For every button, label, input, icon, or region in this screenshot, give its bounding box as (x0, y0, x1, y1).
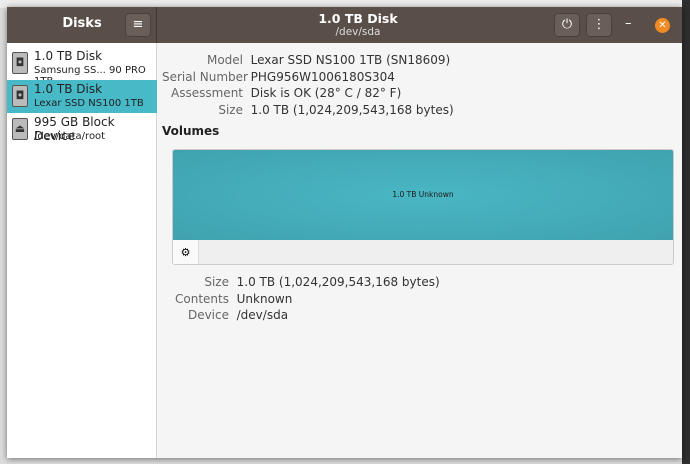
device-item[interactable]: ◘ 1.0 TB Disk Samsung SS... 90 PRO 1TB (7, 47, 157, 87)
kebab-menu-icon: ⋮ (592, 17, 606, 32)
contents-label: Contents (175, 291, 229, 306)
close-button[interactable]: ✕ (655, 18, 670, 33)
hard-disk-icon: ◘ (12, 85, 28, 107)
volume-info: Size 1.0 TB (1,024,209,543,168 bytes) Co… (162, 274, 440, 324)
background-window (682, 0, 690, 464)
sidebar-header: Disks ≡ (7, 7, 157, 43)
volumes-panel: 1.0 TB Unknown ⚙ (172, 149, 674, 265)
device-model: Lexar SSD NS100 1TB (34, 98, 144, 109)
assessment-value: Disk is OK (28° C / 82° F) (250, 86, 402, 100)
partition-options-button[interactable]: ⚙ (173, 240, 199, 264)
device-name: 1.0 TB Disk (34, 82, 103, 96)
size-value: 1.0 TB (1,024,209,543,168 bytes) (250, 102, 454, 117)
device-item[interactable]: ⏏ 995 GB Block Device /dev/data/root (7, 113, 157, 146)
power-icon: ⏻ (561, 17, 573, 32)
model-value: Lexar SSD NS100 1TB (SN18609) (250, 53, 451, 67)
device-label: Device (187, 308, 229, 322)
menu-button[interactable]: ≡ (125, 13, 151, 37)
gears-icon: ⚙ (180, 246, 191, 259)
device-value: /dev/sda (236, 308, 289, 322)
volumes-heading: Volumes (162, 124, 220, 138)
disk-title: 1.0 TB Disk (318, 11, 398, 26)
minimize-button[interactable]: – (625, 16, 632, 31)
disk-info: Model Lexar SSD NS100 1TB (SN18609) Seri… (162, 52, 454, 118)
model-label: Model (206, 53, 243, 67)
volume-size-value: 1.0 TB (1,024,209,543,168 bytes) (236, 275, 440, 289)
device-list: ◘ 1.0 TB Disk Samsung SS... 90 PRO 1TB ◘… (7, 43, 157, 458)
device-path: /dev/data/root (34, 131, 106, 142)
disks-window: Disks ≡ 1.0 TB Disk /dev/sda ⏻ ⋮ – ✕ ◘ 1… (7, 7, 682, 458)
window-title: 1.0 TB Disk /dev/sda (158, 11, 558, 38)
volume-size-label: Size (204, 275, 229, 289)
serial-value: PHG956W1006180S304 (250, 69, 395, 84)
disk-subtitle: /dev/sda (335, 26, 381, 38)
more-options-button[interactable]: ⋮ (586, 13, 612, 37)
header-bar: Disks ≡ 1.0 TB Disk /dev/sda ⏻ ⋮ – ✕ (7, 7, 682, 43)
disk-details: Model Lexar SSD NS100 1TB (SN18609) Seri… (158, 43, 682, 458)
size-label: Size (218, 102, 243, 117)
device-item-selected[interactable]: ◘ 1.0 TB Disk Lexar SSD NS100 1TB (7, 80, 157, 113)
partition-label: 1.0 TB Unknown (392, 190, 454, 199)
device-name: 1.0 TB Disk (34, 49, 103, 63)
eject-icon: ⏏ (12, 118, 28, 140)
power-off-button[interactable]: ⏻ (554, 13, 580, 37)
contents-value: Unknown (236, 291, 293, 306)
hard-disk-icon: ◘ (12, 52, 28, 74)
serial-label: Serial Number (162, 69, 248, 84)
volume-partition[interactable]: 1.0 TB Unknown (173, 150, 673, 240)
assessment-label: Assessment (171, 86, 243, 100)
